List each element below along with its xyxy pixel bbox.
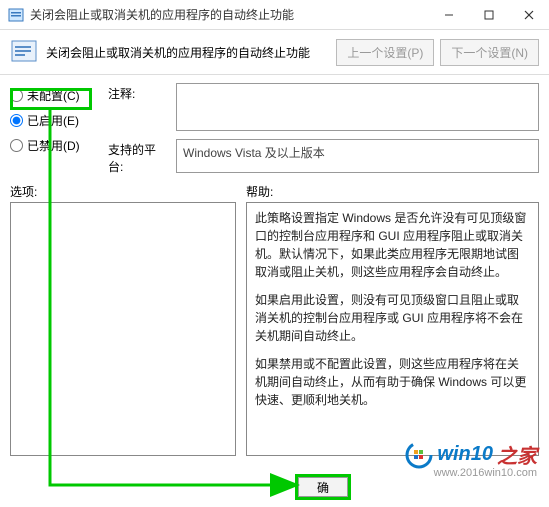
ok-button[interactable]: 确 [298,477,348,497]
help-column: 帮助: 此策略设置指定 Windows 是否允许没有可见顶级窗口的控制台应用程序… [246,183,539,456]
nav-buttons: 上一个设置(P) 下一个设置(N) [336,39,539,66]
radio-disabled-label: 已禁用(D) [27,137,80,154]
window-title: 关闭会阻止或取消关机的应用程序的自动终止功能 [30,6,429,23]
minimize-button[interactable] [429,0,469,30]
radio-not-configured[interactable]: 未配置(C) [10,87,100,104]
radio-group: 未配置(C) 已启用(E) 已禁用(D) [10,83,100,175]
options-label: 选项: [10,183,236,200]
lower-section: 选项: 帮助: 此策略设置指定 Windows 是否允许没有可见顶级窗口的控制台… [0,175,549,456]
platform-row: 支持的平台: Windows Vista 及以上版本 [108,139,539,175]
close-button[interactable] [509,0,549,30]
prev-setting-button[interactable]: 上一个设置(P) [336,39,434,66]
help-label: 帮助: [246,183,539,200]
policy-icon-large [10,38,38,66]
body: 未配置(C) 已启用(E) 已禁用(D) 注释: 支持的平台: Windows … [0,75,549,175]
platform-label: 支持的平台: [108,139,170,175]
maximize-button[interactable] [469,0,509,30]
comment-input[interactable] [176,83,539,131]
header: 关闭会阻止或取消关机的应用程序的自动终止功能 上一个设置(P) 下一个设置(N) [0,30,549,75]
next-setting-button[interactable]: 下一个设置(N) [440,39,539,66]
radio-enabled[interactable]: 已启用(E) [10,112,100,129]
radio-disabled[interactable]: 已禁用(D) [10,137,100,154]
radio-not-configured-input[interactable] [10,89,23,102]
comment-row: 注释: [108,83,539,131]
radio-not-configured-label: 未配置(C) [27,87,80,104]
window-controls [429,0,549,30]
platform-value: Windows Vista 及以上版本 [176,139,539,173]
options-box [10,202,236,456]
titlebar: 关闭会阻止或取消关机的应用程序的自动终止功能 [0,0,549,30]
options-column: 选项: [10,183,236,456]
watermark-url: www.2016win10.com [434,467,537,479]
policy-icon [8,7,24,23]
help-text-3: 如果禁用或不配置此设置，则这些应用程序将在关机期间自动终止，从而有助于确保 Wi… [255,355,530,409]
radio-disabled-input[interactable] [10,139,23,152]
help-box[interactable]: 此策略设置指定 Windows 是否允许没有可见顶级窗口的控制台应用程序和 GU… [246,202,539,456]
header-title: 关闭会阻止或取消关机的应用程序的自动终止功能 [46,44,328,61]
help-text-1: 此策略设置指定 Windows 是否允许没有可见顶级窗口的控制台应用程序和 GU… [255,209,530,281]
radio-enabled-input[interactable] [10,114,23,127]
radio-enabled-label: 已启用(E) [27,112,79,129]
help-text-2: 如果启用此设置，则没有可见顶级窗口且阻止或取消关机的控制台应用程序或 GUI 应… [255,291,530,345]
comment-label: 注释: [108,83,170,102]
right-column: 注释: 支持的平台: Windows Vista 及以上版本 [108,83,539,175]
